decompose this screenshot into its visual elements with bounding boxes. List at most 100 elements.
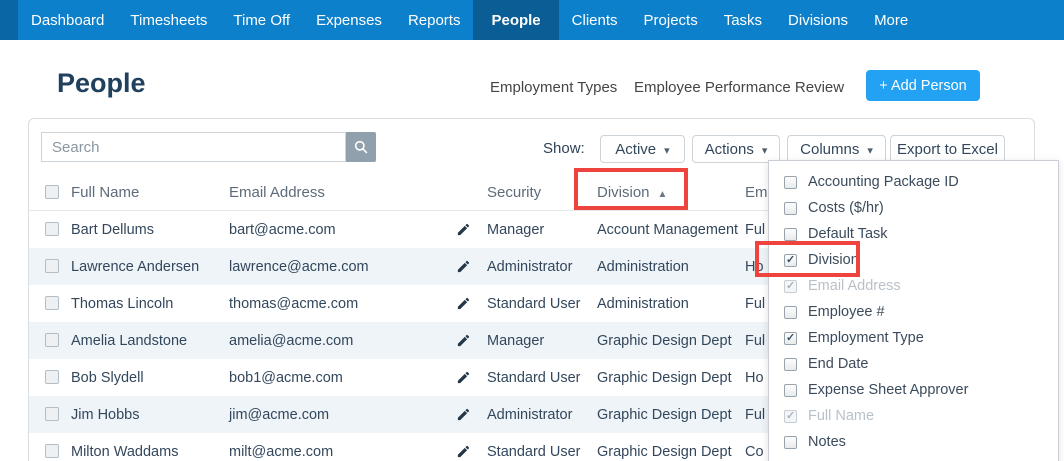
columns-menu-item-label: Division [808,252,859,268]
cell-employment-type: Ful [745,296,766,312]
nav-item[interactable]: Projects [631,0,711,40]
row-checkbox[interactable] [45,222,59,236]
columns-menu-item-label: Email Address [808,278,901,294]
cell-security: Standard User [487,370,581,386]
sort-ascending-icon: ▲ [657,189,668,200]
cell-security: Standard User [487,444,581,460]
edit-icon[interactable] [456,370,471,389]
column-header-division[interactable]: Division ▲ [597,184,667,201]
row-checkbox[interactable] [45,370,59,384]
columns-menu-item-label: Full Name [808,408,875,424]
cell-email: thomas@acme.com [229,296,359,312]
actions-dropdown[interactable]: Actions [692,135,780,163]
nav-item[interactable]: Reports [395,0,474,40]
columns-menu-item-label: Employment Type [808,330,924,346]
nav-item[interactable]: Time Off [220,0,303,40]
nav-item[interactable]: Divisions [775,0,861,40]
search-button[interactable] [346,132,376,162]
columns-label: Columns [800,140,860,158]
cell-division: Administration [597,296,689,312]
columns-menu-item[interactable]: Full Name [769,403,1058,429]
columns-dropdown[interactable]: Columns [787,135,886,163]
nav-item[interactable]: More [861,0,921,40]
cell-email: amelia@acme.com [229,333,354,349]
row-checkbox[interactable] [45,259,59,273]
nav-item[interactable]: Expenses [303,0,395,40]
edit-icon[interactable] [456,444,471,461]
columns-menu-item[interactable]: End Date [769,351,1058,377]
export-label: Export to Excel [897,140,998,158]
columns-menu-item-label: End Date [808,356,869,372]
add-person-button[interactable]: + Add Person [866,70,980,101]
nav-left-edge [0,0,18,40]
search-icon [353,139,369,155]
columns-menu-item-label: Notes [808,434,846,450]
cell-full-name: Bob Slydell [71,370,144,386]
nav-item-label: Projects [643,11,698,29]
row-checkbox[interactable] [45,407,59,421]
edit-icon[interactable] [456,407,471,426]
checkbox-icon[interactable] [784,435,797,449]
cell-employment-type: Ho [745,259,764,275]
checkbox-icon[interactable] [784,357,797,371]
checkbox-icon[interactable] [784,331,797,345]
actions-label: Actions [704,140,754,158]
cell-division: Graphic Design Dept [597,444,732,460]
nav-item[interactable]: Timesheets [117,0,220,40]
column-header-security[interactable]: Security [487,184,541,201]
columns-menu-item[interactable]: Division [769,247,1058,273]
status-filter-value: Active [615,140,657,158]
columns-menu-item[interactable]: Employee # [769,299,1058,325]
nav-item[interactable]: People [473,0,559,40]
columns-menu-item[interactable]: Accounting Package ID [769,169,1058,195]
cell-security: Administrator [487,259,573,275]
columns-menu-item[interactable]: Notes [769,429,1058,455]
nav-item-label: Timesheets [130,11,208,29]
employee-performance-review-link[interactable]: Employee Performance Review [634,79,844,96]
column-header-email[interactable]: Email Address [229,184,325,201]
checkbox-icon[interactable] [784,305,797,319]
columns-menu-item[interactable]: Expense Sheet Approver [769,377,1058,403]
cell-email: jim@acme.com [229,407,330,423]
top-nav: Dashboard Timesheets Time Off Expenses R… [0,0,1064,40]
nav-item[interactable]: Tasks [711,0,775,40]
edit-icon[interactable] [456,222,471,241]
cell-full-name: Thomas Lincoln [71,296,174,312]
caret-down-icon [867,141,873,158]
status-filter-dropdown[interactable]: Active [600,135,685,163]
cell-full-name: Bart Dellums [71,222,154,238]
row-checkbox[interactable] [45,296,59,310]
columns-menu-item[interactable]: Email Address [769,273,1058,299]
employment-types-link[interactable]: Employment Types [490,79,617,96]
checkbox-icon[interactable] [784,201,797,215]
nav-item-label: Reports [407,11,461,29]
edit-icon[interactable] [456,333,471,352]
columns-menu-item[interactable]: Employment Type [769,325,1058,351]
nav-item[interactable]: Clients [559,0,631,40]
checkbox-icon[interactable] [784,279,797,293]
checkbox-icon[interactable] [784,253,797,267]
export-to-excel-button[interactable]: Export to Excel [890,135,1005,163]
cell-employment-type: Co [745,444,764,460]
checkbox-icon[interactable] [784,409,797,423]
columns-menu-item[interactable]: Default Task [769,221,1058,247]
checkbox-icon[interactable] [784,383,797,397]
search-input[interactable] [41,132,346,162]
columns-menu-item[interactable]: Costs ($/hr) [769,195,1058,221]
checkbox-icon[interactable] [784,227,797,241]
cell-division: Account Management [597,222,739,238]
row-checkbox[interactable] [45,444,59,458]
cell-division: Graphic Design Dept [597,370,732,386]
column-header-full-name[interactable]: Full Name [71,184,139,201]
edit-icon[interactable] [456,259,471,278]
checkbox-icon[interactable] [784,175,797,189]
row-checkbox[interactable] [45,333,59,347]
nav-item-label: Time Off [233,11,291,29]
column-header-employment-type[interactable]: Em [745,184,768,201]
edit-icon[interactable] [456,296,471,315]
select-all-checkbox[interactable] [45,185,59,199]
cell-security: Manager [487,222,545,238]
division-header-label: Division [597,184,650,201]
columns-menu-item-label: Costs ($/hr) [808,200,884,216]
nav-item[interactable]: Dashboard [18,0,117,40]
